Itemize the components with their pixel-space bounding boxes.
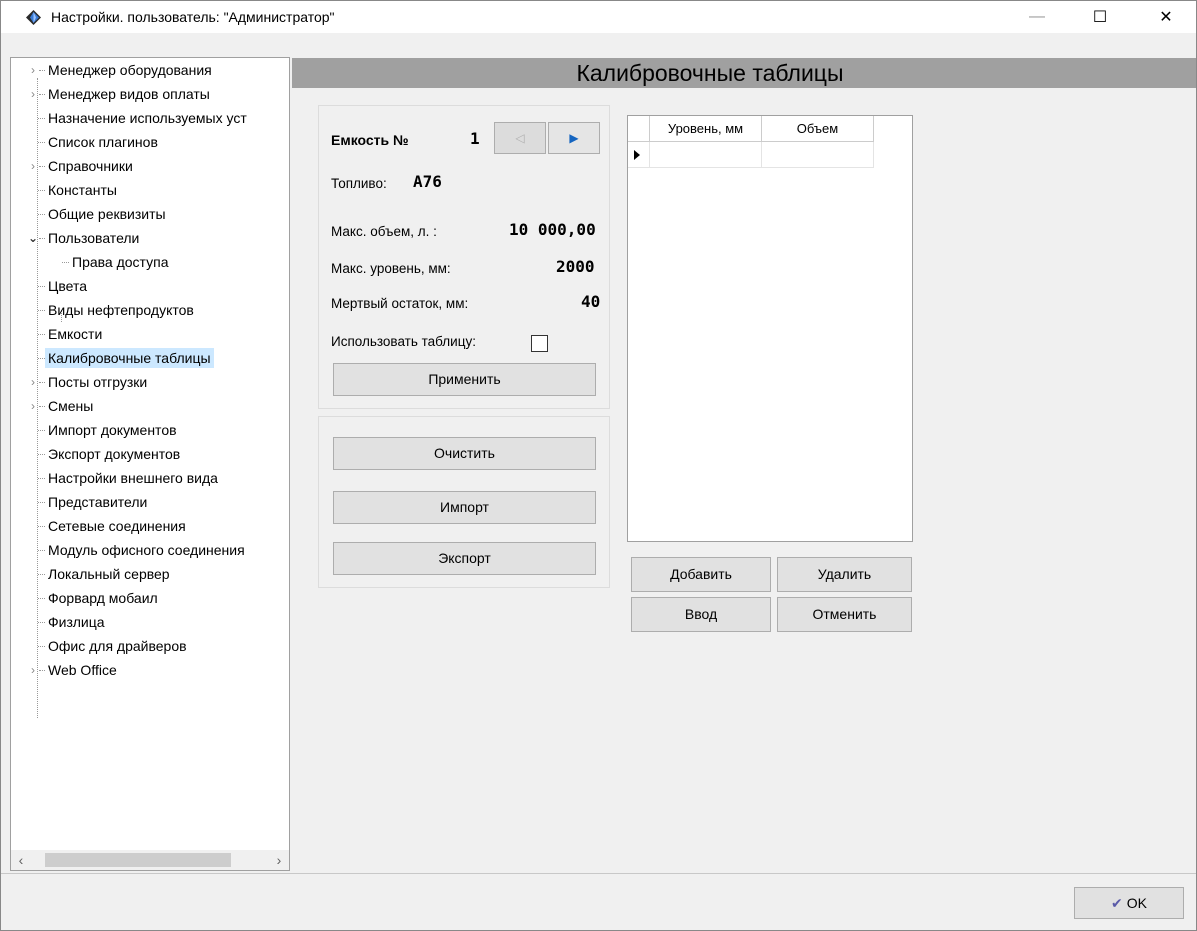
expand-arrow-icon[interactable]: › xyxy=(27,660,39,680)
ok-button[interactable]: ✔ OK xyxy=(1074,887,1184,919)
export-button[interactable]: Экспорт xyxy=(333,542,596,575)
minimize-button[interactable]: — xyxy=(1014,1,1060,33)
add-button[interactable]: Добавить xyxy=(631,557,771,592)
expand-arrow-icon[interactable]: › xyxy=(27,396,39,416)
title-bar: Настройки. пользователь: "Администратор"… xyxy=(1,1,1196,33)
tank-number-value: 1 xyxy=(470,129,480,148)
maximize-button[interactable]: ☐ xyxy=(1077,1,1123,33)
actions-panel: Очистить Импорт Экспорт xyxy=(318,416,610,588)
window-title: Настройки. пользователь: "Администратор" xyxy=(51,9,335,25)
tank-number-label: Емкость № xyxy=(331,132,409,148)
expand-arrow-icon[interactable]: › xyxy=(27,60,39,80)
app-diamond-icon xyxy=(26,10,41,25)
scrollbar-thumb[interactable] xyxy=(45,853,231,867)
max-volume-label: Макс. объем, л. : xyxy=(331,224,437,239)
delete-button[interactable]: Удалить xyxy=(777,557,912,592)
dead-rest-value: 40 xyxy=(581,292,601,311)
fuel-label: Топливо: xyxy=(331,176,387,191)
settings-tree[interactable]: › Менеджер оборудования › Менеджер видов… xyxy=(10,57,290,871)
column-header-level[interactable]: Уровень, мм xyxy=(650,116,762,142)
expand-arrow-icon[interactable]: › xyxy=(27,372,39,392)
max-level-value: 2000 xyxy=(556,257,595,276)
settings-window: Настройки. пользователь: "Администратор"… xyxy=(0,0,1197,931)
expand-arrow-icon[interactable]: › xyxy=(27,156,39,176)
collapse-arrow-icon[interactable]: ⌄ xyxy=(27,228,39,248)
volume-cell[interactable] xyxy=(762,142,874,168)
fuel-value: А76 xyxy=(413,172,442,191)
enter-button[interactable]: Ввод xyxy=(631,597,771,632)
current-row-indicator-icon xyxy=(634,150,640,160)
tree-horizontal-scrollbar[interactable]: ‹ › xyxy=(11,850,289,870)
page-header: Калибровочные таблицы xyxy=(292,58,1196,88)
expand-arrow-icon[interactable]: › xyxy=(27,84,39,104)
cancel-button[interactable]: Отменить xyxy=(777,597,912,632)
scroll-left-icon[interactable]: ‹ xyxy=(11,850,31,870)
scroll-right-icon[interactable]: › xyxy=(269,850,289,870)
import-button[interactable]: Импорт xyxy=(333,491,596,524)
prev-tank-button[interactable]: ◁ xyxy=(494,122,546,154)
prev-arrow-icon: ◁ xyxy=(515,131,525,145)
next-arrow-icon: ▶ xyxy=(569,131,579,145)
use-table-checkbox[interactable] xyxy=(531,335,548,352)
max-level-label: Макс. уровень, мм: xyxy=(331,261,451,276)
ok-check-icon: ✔ xyxy=(1111,895,1123,911)
next-tank-button[interactable]: ▶ xyxy=(548,122,600,154)
clear-button[interactable]: Очистить xyxy=(333,437,596,470)
level-cell[interactable] xyxy=(650,142,762,168)
column-header-volume[interactable]: Объем xyxy=(762,116,874,142)
use-table-label: Использовать таблицу: xyxy=(331,334,476,349)
page-title: Калибровочные таблицы xyxy=(576,60,844,86)
calibration-grid[interactable]: Уровень, мм Объем xyxy=(627,115,913,542)
footer-separator xyxy=(1,873,1196,874)
max-volume-value: 10 000,00 xyxy=(509,220,596,239)
apply-button[interactable]: Применить xyxy=(333,363,596,396)
tank-info-panel: Емкость № 1 ◁ ▶ Топливо: А76 Макс. объем… xyxy=(318,105,610,409)
ok-label: OK xyxy=(1126,895,1147,911)
close-button[interactable]: ✕ xyxy=(1143,1,1189,33)
row-header-corner xyxy=(628,116,650,142)
dead-rest-label: Мертвый остаток, мм: xyxy=(331,296,469,311)
